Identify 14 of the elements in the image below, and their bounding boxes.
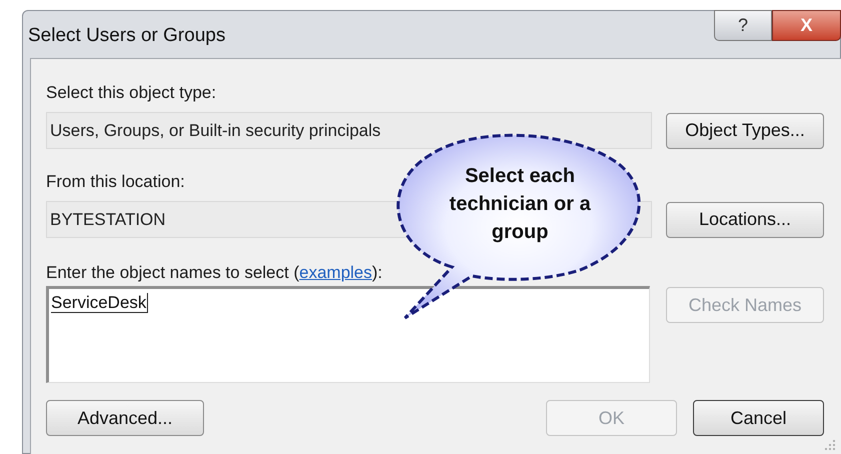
names-input-field[interactable]: ServiceDesk — [46, 286, 650, 383]
advanced-button[interactable]: Advanced... — [46, 400, 204, 436]
window-title: Select Users or Groups — [27, 24, 226, 48]
field-label: Select this object type: — [46, 82, 216, 104]
locations-button[interactable]: Locations... — [666, 202, 824, 238]
cancel-button[interactable]: Cancel — [693, 400, 824, 436]
field-label: From this location: — [46, 171, 185, 193]
resize-grip-icon — [825, 440, 835, 450]
callout-text: Select each technician or a group — [448, 164, 592, 245]
help-button[interactable]: ? — [714, 10, 772, 41]
object-type-field: Users, Groups, or Built-in security principals — [46, 112, 652, 149]
examples-link[interactable]: examples — [299, 263, 372, 282]
field-label: Enter the object names to select (examples): — [46, 262, 382, 284]
object-types-button[interactable]: Object Types... — [666, 112, 824, 148]
